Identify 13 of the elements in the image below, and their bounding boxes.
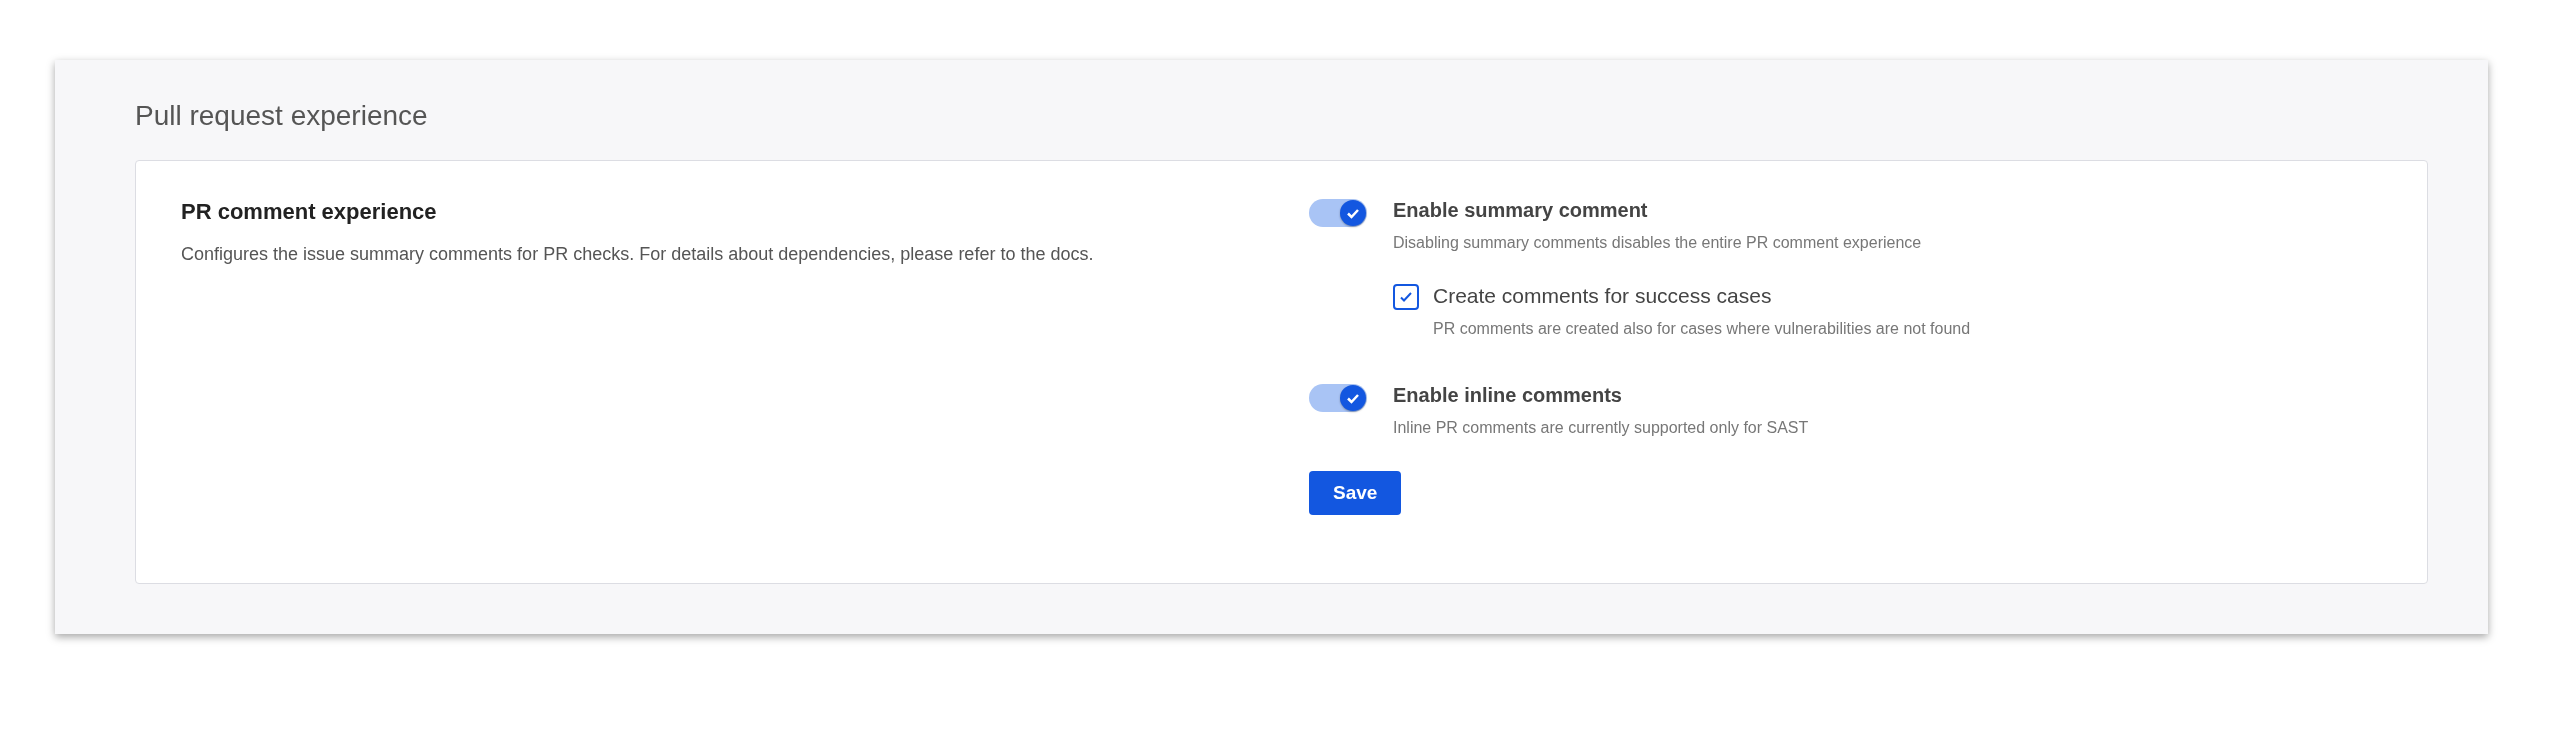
panel-title: Pull request experience [135,100,429,132]
save-button[interactable]: Save [1309,471,1402,515]
option-label: Create comments for success cases [1433,284,1773,308]
toggle-switch[interactable] [1309,384,1367,412]
section-heading: PR comment experience [181,199,438,225]
option-label: Enable summary comment [1393,199,1649,222]
option-label: Enable inline comments [1393,384,1623,407]
option-hint: PR comments are created also for cases where vulnerabilities are not found [1433,320,1971,338]
section-description: Configures the issue summary comments for PR checks. For details about dependencies, please refer to the docs. [181,243,1095,266]
option-hint: Disabling summary comments disables the entire PR comment experience [1393,234,1922,252]
checkbox[interactable] [1393,284,1419,310]
option-hint: Inline PR comments are currently supported only for SAST [1393,419,1809,437]
toggle-switch[interactable] [1309,199,1367,227]
